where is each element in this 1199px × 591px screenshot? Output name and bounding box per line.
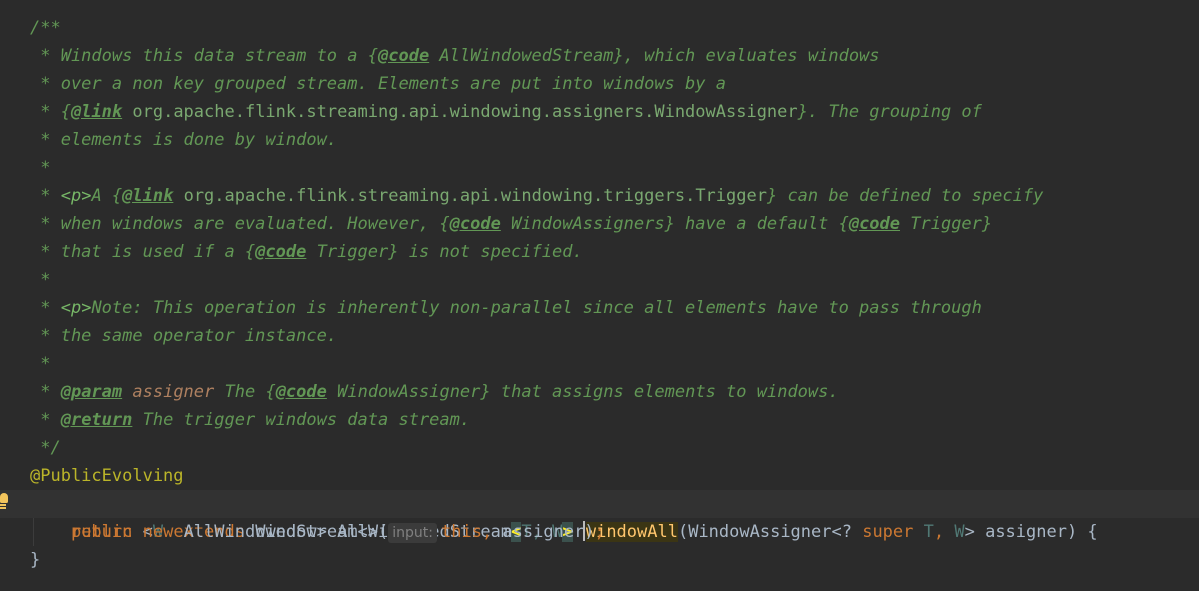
annotation[interactable]: @PublicEvolving — [30, 466, 184, 486]
doc-text: The { — [214, 382, 276, 402]
doc-text: * — [30, 354, 51, 374]
doc-text: Trigger} is not specified. — [306, 242, 583, 262]
doc-text: * — [30, 270, 51, 290]
doc-text: * that is used if a { — [30, 242, 256, 262]
parameter-hint: input: — [388, 523, 437, 543]
code-text: ; — [594, 522, 605, 542]
doc-text: * elements is done by window. — [30, 130, 338, 150]
indent-guide — [33, 518, 34, 546]
doc-text: }. The grouping of — [797, 102, 982, 122]
doc-tag[interactable]: @code — [255, 242, 306, 262]
code-line[interactable]: * — [0, 154, 1199, 182]
doc-param-name: assigner — [122, 382, 215, 402]
doc-text: * — [30, 298, 61, 318]
code-line[interactable]: * @param assigner The {@code WindowAssig… — [0, 378, 1199, 406]
code-text[interactable]: AllWindowedStream<>( — [173, 522, 389, 542]
doc-tag[interactable]: @link — [122, 186, 173, 206]
code-line[interactable]: /** — [0, 14, 1199, 42]
code-line[interactable]: * elements is done by window. — [0, 126, 1199, 154]
code-line-current[interactable]: public <W extends Window> AllWindowedStr… — [0, 490, 1199, 542]
doc-tag[interactable]: @return — [61, 410, 133, 430]
code-line[interactable]: * <p>A {@link org.apache.flink.streaming… — [0, 182, 1199, 210]
doc-text: * — [30, 186, 61, 206]
doc-text: * — [30, 382, 61, 402]
code-line[interactable]: * when windows are evaluated. However, {… — [0, 210, 1199, 238]
doc-text: AllWindowedStream}, which evaluates wind… — [429, 46, 880, 66]
doc-tag[interactable]: @code — [450, 214, 501, 234]
doc-text: * when windows are evaluated. However, { — [30, 214, 450, 234]
keyword: return — [70, 522, 133, 542]
doc-html-tag: <p> — [60, 298, 92, 318]
doc-tag[interactable]: @param — [61, 382, 122, 402]
doc-text: Note: This operation is inherently non-p… — [91, 298, 982, 318]
doc-tag[interactable]: @code — [849, 214, 900, 234]
doc-text: } can be defined to specify — [766, 186, 1044, 206]
code-line[interactable]: * that is used if a {@code Trigger} is n… — [0, 238, 1199, 266]
doc-text: WindowAssigner} that assigns elements to… — [326, 382, 839, 402]
doc-comment-end: */ — [30, 438, 61, 458]
code-line[interactable]: @PublicEvolving — [0, 462, 1199, 490]
code-line[interactable]: * — [0, 350, 1199, 378]
code-text[interactable]: assigner) — [492, 522, 594, 542]
code-line[interactable]: */ — [0, 434, 1199, 462]
code-editor[interactable]: /** * Windows this data stream to a {@co… — [0, 14, 1199, 574]
doc-text: * over a non key grouped stream. Element… — [30, 74, 726, 94]
keyword: new — [132, 522, 174, 542]
doc-tag[interactable]: @code — [276, 382, 327, 402]
code-line[interactable]: * — [0, 266, 1199, 294]
doc-text: * Windows this data stream to a { — [30, 46, 378, 66]
code-line[interactable]: * the same operator instance. — [0, 322, 1199, 350]
closing-brace: } — [30, 550, 41, 570]
code-line[interactable]: } — [0, 546, 1199, 574]
doc-text: * — [30, 410, 61, 430]
doc-text: * — [30, 158, 51, 178]
code-line[interactable]: return new AllWindowedStream<>(input: thi… — [0, 518, 1199, 546]
doc-text: A { — [91, 186, 123, 206]
code-line[interactable]: * {@link org.apache.flink.streaming.api.… — [0, 98, 1199, 126]
code-line[interactable]: * <p>Note: This operation is inherently … — [0, 294, 1199, 322]
doc-text: Trigger} — [900, 214, 993, 234]
doc-html-tag: <p> — [60, 186, 92, 206]
doc-text: * { — [30, 102, 71, 122]
doc-text: The trigger windows data stream. — [132, 410, 471, 430]
code-line[interactable]: * over a non key grouped stream. Element… — [0, 70, 1199, 98]
doc-text: * the same operator instance. — [30, 326, 338, 346]
keyword: this, — [441, 522, 493, 542]
doc-link-ref[interactable]: org.apache.flink.streaming.api.windowing… — [122, 102, 797, 122]
code-line[interactable]: * Windows this data stream to a {@code A… — [0, 42, 1199, 70]
doc-link-ref[interactable]: org.apache.flink.streaming.api.windowing… — [173, 186, 767, 206]
doc-text: WindowAssigners} have a default { — [500, 214, 849, 234]
doc-comment: /** — [30, 18, 61, 38]
doc-tag[interactable]: @link — [71, 102, 122, 122]
code-line[interactable]: * @return The trigger windows data strea… — [0, 406, 1199, 434]
doc-tag[interactable]: @code — [378, 46, 429, 66]
